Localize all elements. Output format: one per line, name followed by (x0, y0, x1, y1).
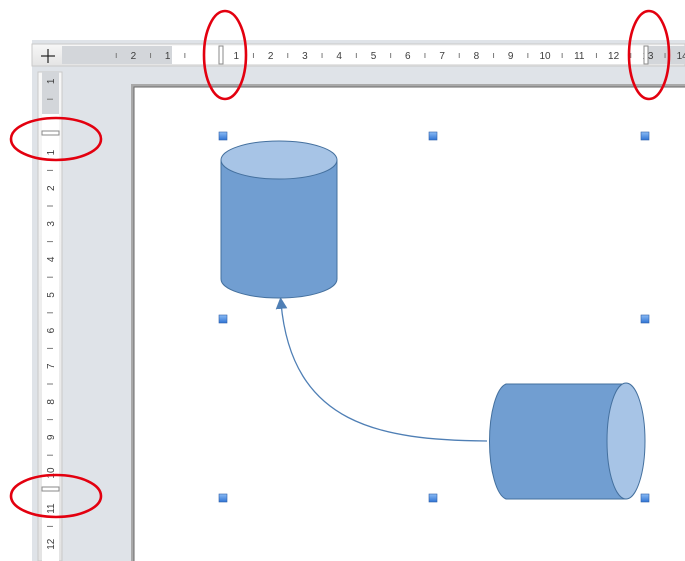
document-canvas: 211234567891011121314 1123456789101112 (0, 0, 685, 561)
selection-handle[interactable] (640, 131, 650, 141)
selection-handle[interactable] (218, 131, 228, 141)
ruler-label: 11 (46, 503, 57, 514)
ruler-label: 3 (46, 221, 57, 227)
bottom-margin-marker[interactable] (41, 486, 60, 492)
ruler-label: 5 (46, 292, 57, 298)
ruler-label: 10 (539, 51, 551, 62)
ruler-label: 1 (165, 51, 171, 62)
ruler-label: 7 (46, 363, 57, 369)
ruler-label: 1 (46, 149, 57, 155)
left-margin-marker[interactable] (218, 45, 224, 65)
ruler-label: 6 (46, 327, 57, 333)
ruler-label: 11 (574, 51, 585, 62)
ruler-label: 6 (405, 51, 411, 62)
selection-handle[interactable] (428, 131, 438, 141)
ruler-label: 2 (46, 185, 57, 191)
ruler-label: 12 (608, 51, 620, 62)
ruler-label: 12 (46, 538, 57, 550)
horizontal-ruler[interactable]: 211234567891011121314 (31, 43, 685, 67)
vertical-cylinder-shape[interactable] (220, 140, 338, 299)
ruler-label: 4 (336, 51, 342, 62)
ruler-label: 3 (302, 51, 308, 62)
ruler-label: 14 (677, 51, 685, 62)
top-margin-marker[interactable] (41, 130, 60, 136)
ruler-label: 9 (46, 434, 57, 440)
horizontal-cylinder-shape[interactable] (489, 382, 646, 500)
selection-handle[interactable] (640, 314, 650, 324)
ruler-label: 9 (508, 51, 514, 62)
ruler-label: 4 (46, 256, 57, 262)
ruler-label: 2 (131, 51, 137, 62)
ruler-label: 1 (46, 78, 57, 84)
ruler-label: 8 (46, 399, 57, 405)
ruler-label: 1 (234, 51, 240, 62)
selection-handle[interactable] (640, 493, 650, 503)
ruler-label: 7 (439, 51, 445, 62)
ruler-label: 5 (371, 51, 377, 62)
selection-handle[interactable] (428, 493, 438, 503)
ruler-label: 10 (46, 467, 57, 479)
ruler-label: 8 (474, 51, 480, 62)
right-margin-marker[interactable] (643, 45, 649, 65)
vertical-ruler[interactable]: 1123456789101112 (37, 71, 63, 561)
selection-handle[interactable] (218, 493, 228, 503)
selection-handle[interactable] (218, 314, 228, 324)
ruler-label: 2 (268, 51, 274, 62)
